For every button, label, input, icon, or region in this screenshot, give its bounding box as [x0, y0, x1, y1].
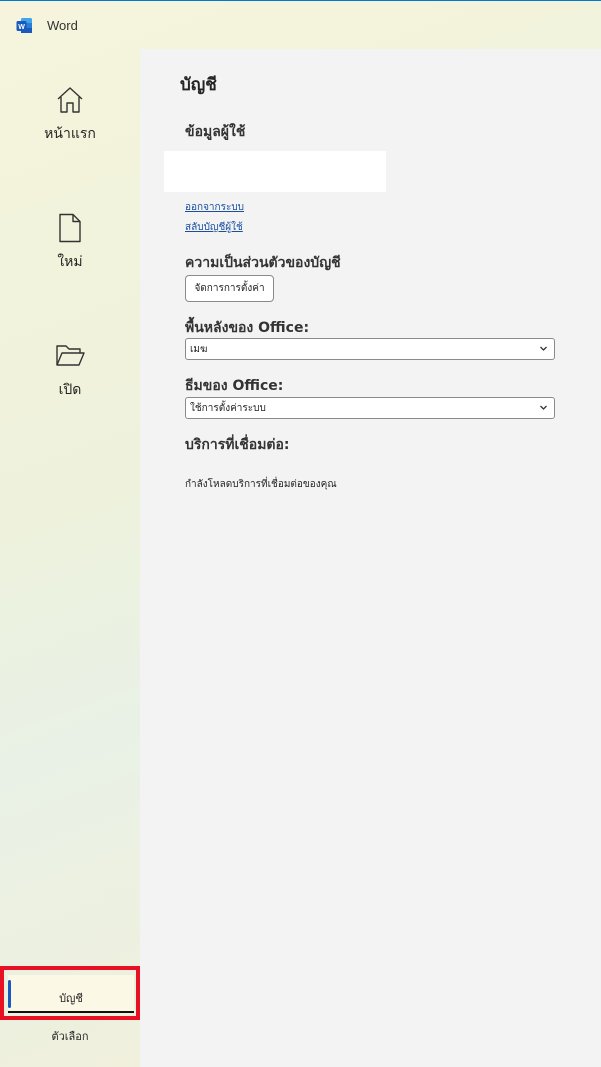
theme-heading: ธีมของ Office:: [185, 378, 284, 394]
nav-item-account-label: บัญชี: [59, 992, 83, 1005]
nav-item-home[interactable]: หน้าแรก: [0, 85, 140, 145]
manage-settings-button[interactable]: จัดการการตั้งค่า: [185, 275, 274, 302]
nav-item-open[interactable]: เปิด: [0, 341, 140, 401]
nav-item-account[interactable]: บัญชี: [0, 966, 140, 1020]
nav-item-options[interactable]: ตัวเลือก: [0, 1027, 140, 1045]
background-heading: พื้นหลังของ Office:: [185, 320, 310, 336]
chevron-down-icon: [540, 346, 547, 351]
app-title: Word: [47, 18, 78, 33]
theme-select-value: ใช้การตั้งค่าระบบ: [190, 402, 266, 414]
connected-services-status: กำลังโหลดบริการที่เชื่อมต่อของคุณ: [185, 479, 337, 490]
nav-item-account-selected: บัญชี: [8, 975, 134, 1013]
connected-services-heading: บริการที่เชื่อมต่อ:: [185, 437, 290, 453]
svg-text:W: W: [18, 24, 25, 31]
user-info-heading: ข้อมูลผู้ใช้: [185, 124, 246, 140]
account-pane: บัญชี ข้อมูลผู้ใช้ ออกจากระบบ สลับบัญชีผ…: [140, 49, 601, 1067]
title-bar: W Word: [0, 1, 601, 49]
page-title: บัญชี: [180, 75, 217, 95]
nav-item-open-label: เปิด: [58, 382, 82, 398]
chevron-down-icon: [540, 405, 547, 410]
background-select-value: เมฆ: [190, 343, 208, 355]
user-info-card: [164, 151, 386, 192]
home-icon: [57, 87, 83, 113]
nav-item-new[interactable]: ใหม่: [0, 213, 140, 273]
word-window: W Word หน้าแรก ใหม่ เปิด บัญชี ตัวเลือก …: [0, 0, 601, 1067]
folder-open-icon: [56, 345, 85, 366]
privacy-heading: ความเป็นส่วนตัวของบัญชี: [185, 255, 341, 271]
word-icon: W: [16, 18, 32, 33]
backstage-nav: หน้าแรก ใหม่ เปิด บัญชี ตัวเลือก: [0, 49, 140, 1067]
theme-select[interactable]: ใช้การตั้งค่าระบบ: [185, 397, 555, 419]
new-document-icon: [59, 213, 81, 243]
background-select[interactable]: เมฆ: [185, 338, 555, 360]
sign-out-link[interactable]: ออกจากระบบ: [185, 200, 244, 215]
nav-item-home-label: หน้าแรก: [44, 126, 96, 142]
switch-account-link[interactable]: สลับบัญชีผู้ใช้: [185, 220, 243, 235]
nav-item-new-label: ใหม่: [57, 254, 83, 270]
